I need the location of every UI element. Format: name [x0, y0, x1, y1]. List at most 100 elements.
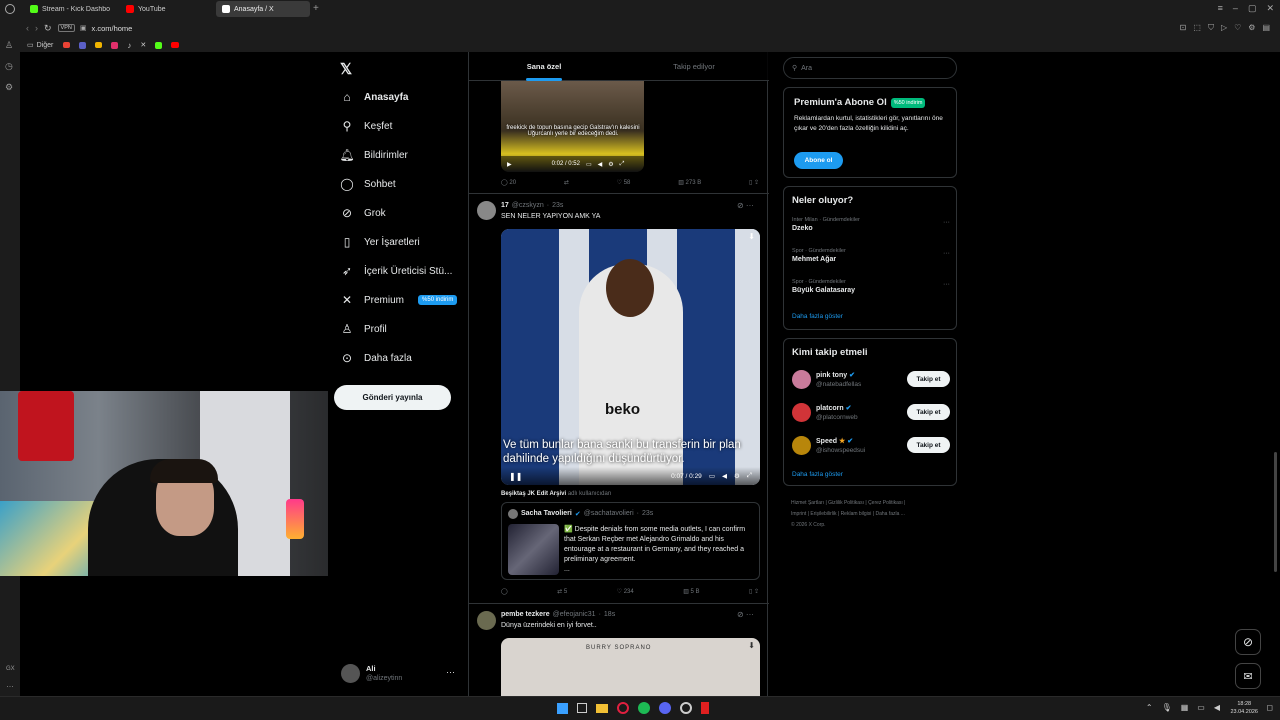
sidebar-item-notifications[interactable]: 🔔︎ Bildirimler	[339, 148, 408, 162]
trend-item[interactable]: Spor · Gündemdekiler Büyük Galatasaray ·…	[792, 279, 950, 294]
volume-icon[interactable]: ◀︎	[598, 161, 603, 168]
bookmark-folder[interactable]: Diğer	[37, 42, 54, 49]
volume-icon[interactable]: ◀︎	[722, 472, 727, 480]
avatar[interactable]	[477, 201, 496, 220]
follow-suggestion[interactable]: Speed ★ ✔ @ishowspeedsui Takip et	[792, 435, 950, 457]
repost-button[interactable]: ⇄ 5	[557, 588, 567, 595]
post-video[interactable]: beko ⬇ Ve tüm bunlar bana sanki bu trans…	[501, 229, 760, 485]
spotify-icon[interactable]	[638, 702, 650, 714]
author-name[interactable]: 17	[501, 202, 509, 209]
like-button[interactable]: ♡ 234	[617, 588, 634, 595]
bookmark-kick-icon[interactable]	[155, 41, 163, 49]
sidebar-item-home[interactable]: ⌂ Anasayfa	[340, 90, 408, 104]
sidebar-item-premium[interactable]: ✕ Premium %50 indirim	[340, 293, 458, 307]
show-more-link[interactable]: Daha fazla göster	[792, 313, 843, 320]
browser-tab-active[interactable]: Anasayfa / X	[216, 1, 310, 17]
forward-icon[interactable]: ›	[35, 23, 38, 34]
trend-item[interactable]: Inter Milan · Gündemdekiler Dzeko ···	[792, 217, 950, 232]
play-icon[interactable]: ▷	[1221, 23, 1227, 33]
maximize-icon[interactable]: ▢	[1248, 3, 1257, 14]
more-dots-icon[interactable]: ···	[943, 250, 950, 257]
chevron-up-icon[interactable]: ⌃	[1146, 703, 1153, 712]
wallet-icon[interactable]: ▤	[1262, 23, 1270, 33]
settings-icon[interactable]: ⚙	[1248, 23, 1255, 33]
post-video[interactable]: freekick de topun basına gecip Galstrav'…	[501, 81, 644, 172]
footer-link[interactable]: Hizmet Şartları	[791, 500, 824, 506]
follow-button[interactable]: Takip et	[907, 371, 950, 387]
settings-icon[interactable]: ⚙	[5, 82, 13, 93]
views-button[interactable]: ▥ 5 B	[683, 588, 699, 595]
tab-for-you[interactable]: Sana özel	[469, 52, 619, 81]
bookmark-icon[interactable]: ▯ ⇪	[749, 588, 759, 595]
sidebar-item-explore[interactable]: ⚲ Keşfet	[340, 119, 393, 133]
gx-icon[interactable]: GX	[6, 666, 15, 672]
sidebar-item-profile[interactable]: ♙ Profil	[340, 322, 387, 336]
messages-floating-button[interactable]: ✉	[1235, 663, 1261, 689]
bookmark-folder-icon[interactable]	[95, 42, 103, 48]
close-icon[interactable]: ✕	[1266, 3, 1274, 14]
fullscreen-icon[interactable]: ⤢	[747, 472, 752, 480]
follow-suggestion[interactable]: platcorn ✔ @platcornweb Takip et	[792, 402, 950, 424]
address-bar[interactable]: x.com/home	[91, 24, 132, 33]
post-menu[interactable]: ⊘ ···	[737, 201, 754, 210]
volume-icon[interactable]: ◀︎	[1214, 703, 1220, 712]
browser-logo-icon[interactable]	[5, 4, 15, 14]
author-handle[interactable]: @efeojanic31	[553, 611, 596, 618]
search-box[interactable]: ⚲ Ara	[783, 57, 957, 79]
account-switcher[interactable]: Ali @alizeytinn ···	[341, 662, 461, 686]
footer-link[interactable]: Reklam bilgisi	[841, 511, 872, 517]
footer-link[interactable]: Erişilebilirlik	[810, 511, 836, 517]
footer-link[interactable]: Daha fazla ...	[875, 511, 904, 517]
new-tab-button[interactable]: +	[313, 3, 319, 14]
extension-icon[interactable]: ⬚	[1193, 23, 1201, 33]
play-icon[interactable]: ▶	[507, 161, 512, 168]
subscribe-button[interactable]: Abone ol	[794, 152, 843, 169]
sidebar-item-chat[interactable]: ◯ Sohbet	[340, 177, 395, 191]
app-icon[interactable]	[701, 702, 709, 714]
heart-icon[interactable]: ♡	[1234, 23, 1241, 33]
x-logo-icon[interactable]: 𝕏	[340, 60, 352, 78]
sidebar-item-creator-studio[interactable]: ➶ İçerik Üreticisi Stü...	[340, 264, 452, 278]
browser-tab[interactable]: YouTube	[120, 1, 212, 17]
download-icon[interactable]: ⬇	[748, 641, 755, 650]
obs-icon[interactable]	[680, 702, 692, 714]
post-menu[interactable]: ⊘ ···	[737, 610, 754, 619]
vpn-badge[interactable]: VPN	[57, 24, 75, 32]
author-handle[interactable]: @czskyzn	[512, 202, 544, 209]
keyboard-icon[interactable]: ▦	[1181, 703, 1189, 712]
trend-item[interactable]: Spor · Gündemdekiler Mehmet Ağar ···	[792, 248, 950, 263]
post-time[interactable]: 18s	[604, 611, 615, 618]
sidebar-item-grok[interactable]: ⊘ Grok	[340, 206, 386, 220]
screenshot-icon[interactable]: ⊡	[1180, 23, 1187, 33]
views-button[interactable]: ▥ 273 B	[678, 179, 701, 186]
pause-icon[interactable]: ❚❚	[509, 472, 522, 481]
reply-button[interactable]: ◯ 20	[501, 179, 516, 186]
task-view-icon[interactable]	[577, 703, 587, 713]
bookmark-x-icon[interactable]: ✕	[140, 41, 146, 49]
download-icon[interactable]: ⬇	[748, 232, 755, 241]
minimize-icon[interactable]: –	[1233, 3, 1238, 14]
follow-button[interactable]: Takip et	[907, 437, 950, 453]
repost-button[interactable]: ⇄	[564, 179, 569, 186]
reload-icon[interactable]: ↻	[44, 23, 52, 34]
fullscreen-icon[interactable]: ⤢	[620, 161, 625, 168]
avatar[interactable]	[477, 611, 496, 630]
network-icon[interactable]: ▭	[1197, 703, 1205, 712]
discord-icon[interactable]	[659, 702, 671, 714]
windows-start-icon[interactable]	[557, 702, 568, 714]
footer-link[interactable]: Gizlilik Politikası	[828, 500, 864, 506]
follow-suggestion[interactable]: pink tony ✔ @natebadfellas Takip et	[792, 369, 950, 391]
opera-gx-icon[interactable]	[617, 702, 629, 714]
more-dots-icon[interactable]: ···	[943, 219, 950, 226]
sidebar-item-bookmarks[interactable]: ▯ Yer İşaretleri	[340, 235, 420, 249]
follow-button[interactable]: Takip et	[907, 404, 950, 420]
menu-icon[interactable]: ≡	[1218, 3, 1223, 14]
back-icon[interactable]: ‹	[26, 23, 29, 34]
bookmark-instagram-icon[interactable]	[111, 41, 119, 49]
bookmark-teams-icon[interactable]	[79, 41, 87, 49]
microphone-icon[interactable]: 🎙︎	[1162, 703, 1172, 712]
footer-link[interactable]: Çerez Politikası	[868, 500, 903, 506]
reply-button[interactable]: ◯	[501, 588, 508, 595]
like-button[interactable]: ♡ 58	[617, 179, 631, 186]
profile-icon[interactable]: ♙	[5, 40, 13, 51]
